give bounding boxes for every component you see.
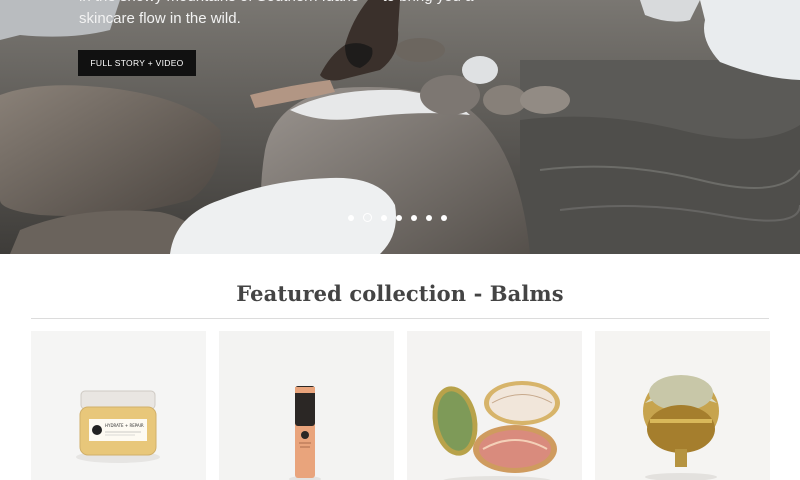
hero-copy: in the snowy mountains of Southern Idaho… bbox=[79, 0, 499, 30]
slide-dot-1[interactable] bbox=[348, 214, 354, 221]
product-card-balm-jar[interactable]: HYDRATE + REPAIR bbox=[31, 331, 206, 480]
section-divider bbox=[31, 318, 769, 319]
full-story-video-button[interactable]: FULL STORY + VIDEO bbox=[78, 50, 196, 76]
slide-pagination bbox=[348, 213, 447, 222]
slide-dot-6[interactable] bbox=[426, 214, 432, 221]
slide-dot-4[interactable] bbox=[396, 214, 402, 221]
product-image-balm-stick bbox=[219, 331, 394, 480]
product-grid: HYDRATE + REPAIR bbox=[31, 331, 770, 480]
jar-label: HYDRATE + REPAIR bbox=[105, 423, 144, 428]
product-card-balm-stick[interactable] bbox=[219, 331, 394, 480]
slide-dot-5[interactable] bbox=[411, 214, 417, 221]
slide-dot-2[interactable] bbox=[363, 213, 372, 222]
hero-text-line2: skincare flow in the wild. bbox=[79, 10, 241, 27]
product-image-balm-jar: HYDRATE + REPAIR bbox=[31, 331, 206, 480]
section-title: Featured collection - Balms bbox=[236, 281, 564, 306]
slide-dot-3[interactable] bbox=[381, 214, 387, 221]
product-card-shell-compact[interactable] bbox=[595, 331, 770, 480]
hero-banner: in the snowy mountains of Southern Idaho… bbox=[0, 0, 800, 254]
product-image-shell-compact bbox=[595, 331, 770, 480]
hero-text-line1: in the snowy mountains of Southern Idaho… bbox=[79, 0, 499, 8]
product-card-shell-compacts[interactable] bbox=[407, 331, 582, 480]
slide-dot-7[interactable] bbox=[441, 214, 447, 221]
product-image-shell-compacts bbox=[407, 331, 582, 480]
